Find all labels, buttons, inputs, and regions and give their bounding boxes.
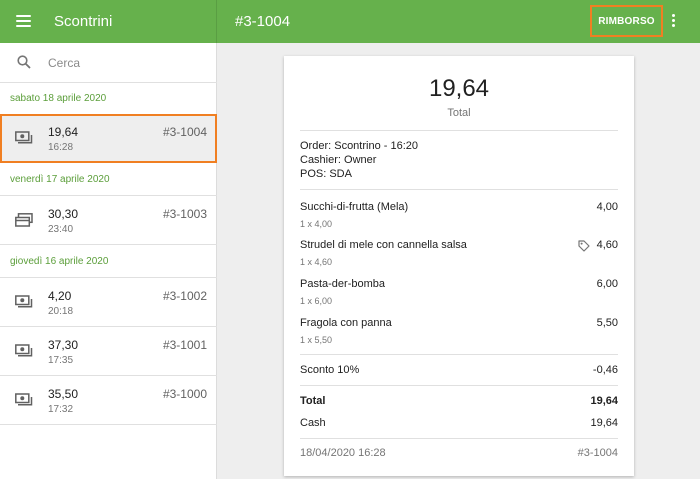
receipt-total-amount: 19,64	[428, 75, 490, 102]
date-header: venerdì 17 aprile 2020	[0, 164, 217, 196]
discount-value: -0,46	[592, 364, 618, 376]
receipt-time: 23:40	[48, 224, 74, 235]
search-icon[interactable]	[17, 55, 31, 69]
receipt-time: 20:18	[48, 306, 74, 317]
receipt-time: 17:32	[48, 404, 74, 415]
date-header: giovedì 16 aprile 2020	[0, 246, 217, 278]
sidebar-header: Scontrini	[0, 0, 217, 43]
menu-icon[interactable]	[16, 15, 31, 27]
receipt-row[interactable]: 4,20 20:18 #3-1002	[0, 278, 217, 327]
receipt-time: 17:35	[48, 355, 74, 366]
cash-icon	[15, 393, 33, 406]
payment-amount: 19,64	[590, 417, 618, 429]
item-name: Fragola con panna	[300, 317, 392, 329]
discount-label: Sconto 10%	[300, 364, 360, 376]
top-app-bar: Scontrini #3-1004 RIMBORSO	[0, 0, 700, 43]
search-input[interactable]	[48, 54, 198, 72]
receipt-number: #3-1004	[162, 125, 207, 139]
payment-method-label: Cash	[300, 417, 326, 429]
card-icon	[15, 213, 33, 227]
receipt-card: 19,64 Total Order: Scontrino - 16:20 Cas…	[284, 56, 634, 476]
item-name: Strudel di mele con cannella salsa	[300, 239, 467, 251]
receipt-time: 16:28	[48, 142, 74, 153]
divider	[300, 385, 618, 386]
receipt-date: 18/04/2020 16:28	[300, 447, 386, 459]
receipt-title: #3-1004	[235, 13, 291, 30]
receipt-row[interactable]: 19,64 16:28 #3-1004	[0, 114, 217, 163]
item-name: Pasta-der-bomba	[300, 278, 385, 290]
receipt-row[interactable]: 37,30 17:35 #3-1001	[0, 327, 217, 376]
item-price: 5,50	[596, 317, 618, 329]
total-row-label: Total	[300, 395, 326, 407]
cash-icon	[15, 344, 33, 357]
total-row-value: 19,64	[590, 395, 618, 407]
item-price: 4,00	[596, 201, 618, 213]
receipt-footer-number: #3-1004	[577, 447, 618, 459]
receipt-amount: 30,30	[48, 207, 79, 221]
cash-icon	[15, 131, 33, 144]
tag-icon	[578, 240, 590, 252]
receipt-number: #3-1003	[162, 207, 207, 221]
receipts-sidebar: sabato 18 aprile 2020 19,64 16:28 #3-100…	[0, 43, 217, 479]
receipt-amount: 19,64	[48, 125, 79, 139]
item-price: 6,00	[596, 278, 618, 290]
item-quantity: 1 x 4,00	[300, 219, 333, 229]
receipt-row[interactable]: 35,50 17:32 #3-1000	[0, 376, 217, 425]
receipt-amount: 37,30	[48, 338, 79, 352]
receipt-number: #3-1002	[162, 289, 207, 303]
divider	[300, 189, 618, 190]
item-quantity: 1 x 5,50	[300, 335, 333, 345]
receipt-amount: 4,20	[48, 289, 72, 303]
refund-button[interactable]: RIMBORSO	[590, 5, 663, 37]
page-title: Scontrini	[54, 13, 113, 30]
order-info: Order: Scontrino - 16:20	[300, 140, 419, 152]
receipt-number: #3-1001	[162, 338, 207, 352]
item-name: Succhi-di-frutta (Mela)	[300, 201, 409, 213]
more-options-icon[interactable]	[672, 14, 676, 28]
receipt-number: #3-1000	[162, 387, 207, 401]
item-quantity: 1 x 4,60	[300, 257, 333, 267]
receipt-row[interactable]: 30,30 23:40 #3-1003	[0, 196, 217, 245]
search-bar	[0, 43, 217, 83]
date-header: sabato 18 aprile 2020	[0, 83, 217, 115]
divider	[300, 438, 618, 439]
pos-info: POS: SDA	[300, 168, 352, 180]
divider	[300, 354, 618, 355]
item-quantity: 1 x 6,00	[300, 296, 333, 306]
cash-icon	[15, 295, 33, 308]
receipt-amount: 35,50	[48, 387, 79, 401]
divider	[300, 130, 618, 131]
item-price: 4,60	[596, 239, 618, 251]
receipt-total-label: Total	[447, 107, 471, 119]
cashier-info: Cashier: Owner	[300, 154, 377, 166]
